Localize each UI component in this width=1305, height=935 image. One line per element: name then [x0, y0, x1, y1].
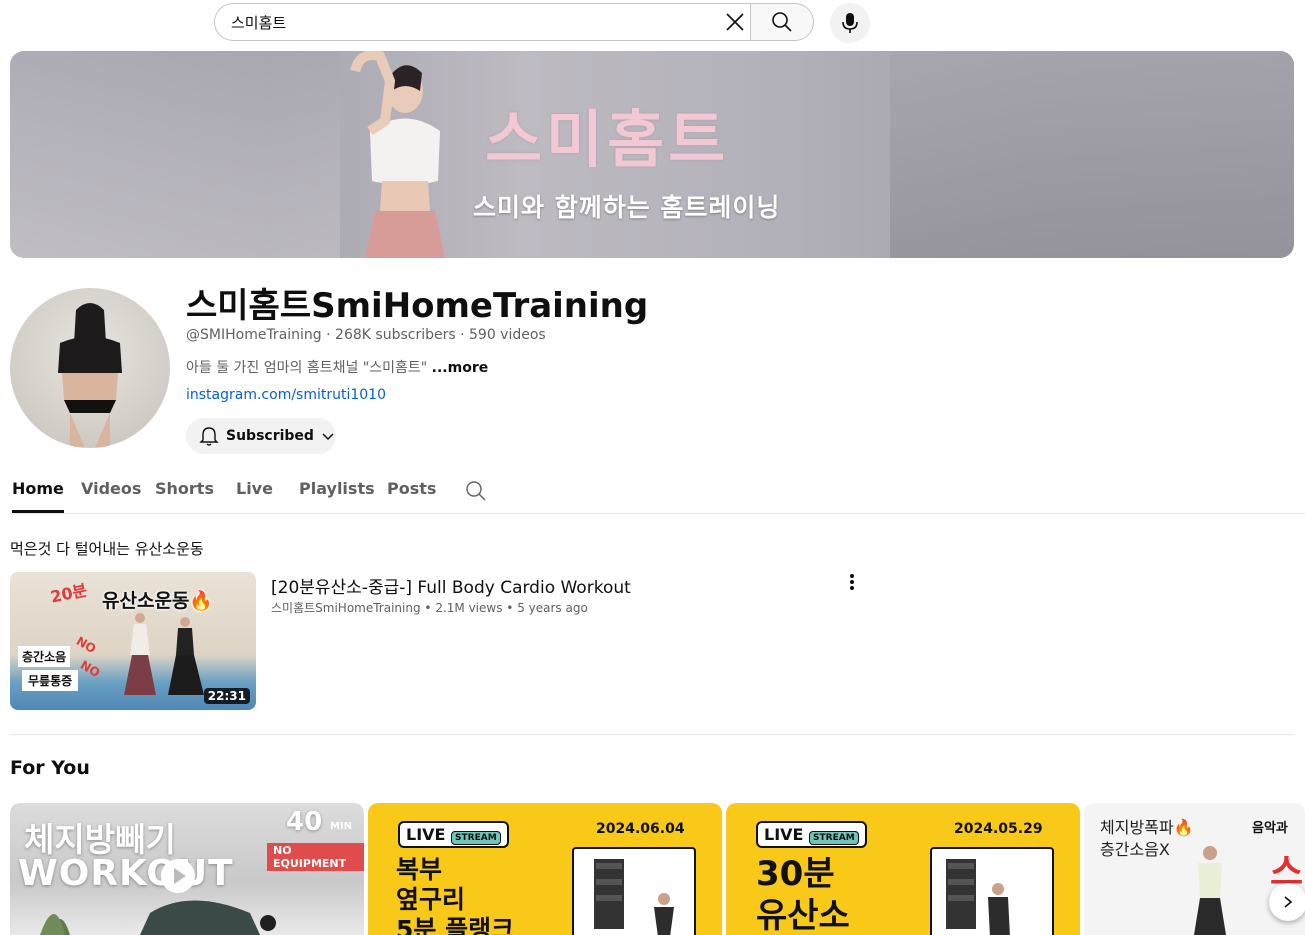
thumb-text-minutes: 20분	[48, 580, 89, 607]
card3-text: 30분 유산소	[756, 853, 850, 935]
card3-date: 2024.05.29	[954, 821, 1043, 837]
search-icon	[772, 12, 792, 32]
card2-stream-label: STREAM	[451, 831, 501, 845]
more-link[interactable]: ...more	[432, 360, 489, 376]
thumb-people-illustration	[124, 613, 204, 695]
card1-workout-illustration	[40, 900, 276, 935]
subscriber-count: 268K subscribers	[335, 327, 456, 343]
thumb-no-2: NO	[77, 657, 103, 681]
card3-live-label: LIVE	[764, 825, 804, 844]
meta-separator: •	[506, 601, 518, 615]
channel-avatar[interactable]	[10, 288, 170, 448]
card4-line1: 체지방폭파🔥	[1100, 818, 1194, 837]
thumb-badge-knee: 무릎통증	[22, 670, 79, 691]
meta-separator: ·	[460, 327, 469, 343]
channel-meta: @SMIHomeTraining · 268K subscribers · 59…	[186, 327, 546, 343]
card2-line3: 5분 플랭크	[396, 915, 515, 935]
card2-line1: 복부	[396, 855, 443, 884]
card1-min-label: MIN	[330, 821, 353, 832]
featured-video-thumbnail[interactable]: 20분 유산소운동🔥 층간소음 무릎통증 NO NO 22:31	[10, 572, 256, 710]
card2-frame-illustration	[594, 859, 674, 935]
tab-posts[interactable]: Posts	[387, 470, 436, 513]
tabs-divider	[10, 513, 1305, 514]
channel-external-link[interactable]: instagram.com/smitruti1010	[186, 387, 386, 403]
tab-shorts[interactable]: Shorts	[155, 470, 214, 513]
card2-live-badge: LIVE STREAM	[398, 821, 509, 848]
search-button[interactable]	[750, 3, 814, 41]
for-you-card-4[interactable]: 체지방폭파🔥 층간소음X 음악과 스	[1084, 803, 1305, 935]
more-vertical-icon	[850, 574, 854, 590]
channel-banner: 스미홈트 스미와 함께하는 홈트레이닝	[10, 51, 1294, 258]
voice-search-button[interactable]	[830, 3, 870, 43]
carousel-next-button[interactable]	[1269, 883, 1305, 921]
banner-right-scene	[890, 51, 1294, 258]
card3-live-badge: LIVE STREAM	[756, 821, 867, 848]
for-you-card-2[interactable]: LIVE STREAM 2024.06.04 복부 옆구리 5분 플랭크	[368, 803, 722, 935]
microphone-icon	[842, 13, 858, 33]
card3-line1: 30분	[756, 854, 835, 894]
tab-live[interactable]: Live	[236, 470, 273, 513]
search-box	[214, 3, 750, 41]
chevron-down-icon	[322, 433, 334, 441]
card2-date: 2024.06.04	[596, 821, 685, 837]
tab-videos[interactable]: Videos	[81, 470, 141, 513]
card3-frame-illustration	[946, 859, 1010, 935]
bell-icon	[199, 427, 219, 446]
featured-section-title: 먹은것 다 털어내는 유산소운동	[10, 540, 204, 558]
clear-search-button[interactable]	[721, 8, 749, 36]
video-views: 2.1M views	[435, 601, 503, 615]
search-input[interactable]	[231, 4, 701, 40]
video-channel-name[interactable]: 스미홈트SmiHomeTraining	[271, 601, 421, 615]
tab-home[interactable]: Home	[12, 470, 64, 513]
for-you-card-1[interactable]: 체지방빼기 WORKOUT 40 MIN NO EQUIPMENT	[10, 803, 364, 935]
card3-line2: 유산소	[756, 896, 850, 935]
channel-description: 아들 둘 가진 엄마의 홈트채널 "스미홈트" ...more	[186, 357, 488, 377]
banner-subtitle: 스미와 함께하는 홈트레이닝	[473, 193, 781, 222]
chevron-right-icon	[1284, 896, 1293, 908]
description-text: 아들 둘 가진 엄마의 홈트채널 "스미홈트"	[186, 360, 428, 376]
card1-badge: NO EQUIPMENT	[267, 843, 364, 871]
channel-handle: @SMIHomeTraining	[186, 327, 322, 343]
card3-video-frame	[930, 847, 1054, 935]
card2-line2: 옆구리	[396, 885, 466, 914]
video-options-button[interactable]	[840, 570, 864, 594]
card1-minutes: 40	[286, 807, 323, 837]
for-you-title: For You	[10, 757, 90, 779]
featured-video-title[interactable]: [20분유산소-중급-] Full Body Cardio Workout	[271, 573, 631, 598]
thumb-no-1: NO	[73, 633, 99, 657]
for-you-card-3[interactable]: LIVE STREAM 2024.05.29 30분 유산소	[726, 803, 1080, 935]
subscribed-label: Subscribed	[226, 428, 314, 444]
tab-playlists[interactable]: Playlists	[299, 470, 375, 513]
avatar-person-image	[58, 303, 122, 448]
card2-text: 복부 옆구리 5분 플랭크	[396, 855, 514, 935]
video-count: 590 videos	[469, 327, 546, 343]
video-age: 5 years ago	[517, 601, 588, 615]
meta-separator: ·	[326, 327, 336, 343]
video-duration: 22:31	[203, 688, 250, 704]
featured-video-meta: 스미홈트SmiHomeTraining • 2.1M views • 5 yea…	[271, 599, 588, 616]
close-icon	[726, 13, 744, 31]
card4-person-illustration	[1194, 846, 1226, 935]
card4-right-text: 음악과	[1252, 821, 1288, 836]
channel-name: 스미홈트SmiHomeTraining	[186, 286, 649, 326]
section-divider	[10, 734, 1294, 735]
card3-stream-label: STREAM	[809, 831, 859, 845]
card2-video-frame	[572, 847, 696, 935]
banner-left-scene	[10, 51, 340, 258]
meta-separator: •	[424, 601, 436, 615]
thumb-text-main: 유산소운동🔥	[102, 590, 214, 612]
channel-search-icon[interactable]	[465, 480, 487, 502]
banner-title: 스미홈트	[485, 103, 730, 176]
subscribed-button[interactable]: Subscribed	[186, 418, 336, 454]
banner-person-illustration	[350, 51, 445, 258]
thumb-badge-noise: 층간소음	[18, 646, 71, 667]
card2-live-label: LIVE	[406, 825, 446, 844]
